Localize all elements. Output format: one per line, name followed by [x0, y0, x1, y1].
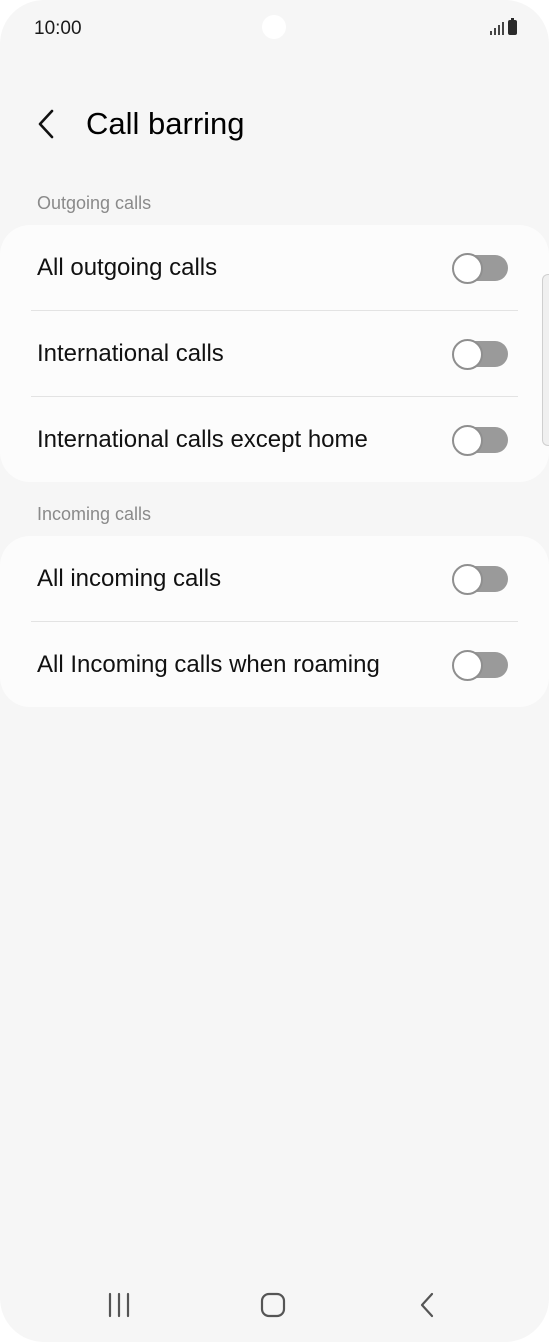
- setting-row-incoming-roaming[interactable]: All Incoming calls when roaming: [0, 622, 549, 707]
- toggle-switch-all-incoming[interactable]: [452, 563, 508, 595]
- toggle-switch-international-except-home[interactable]: [452, 424, 508, 456]
- setting-label: All outgoing calls: [37, 253, 218, 281]
- edge-panel-handle[interactable]: [542, 274, 549, 446]
- recent-apps-button[interactable]: [89, 1280, 149, 1330]
- nav-back-button[interactable]: [397, 1280, 457, 1330]
- status-bar: 10:00: [0, 0, 549, 60]
- status-icons: [490, 18, 517, 35]
- toggle-thumb: [452, 649, 483, 681]
- navigation-bar: [0, 1280, 549, 1330]
- toggle-switch-all-outgoing[interactable]: [452, 252, 508, 284]
- app-header: Call barring: [0, 96, 549, 152]
- incoming-calls-card: All incoming calls All Incoming calls wh…: [0, 536, 549, 707]
- setting-label: International calls except home: [37, 425, 368, 453]
- setting-row-all-outgoing[interactable]: All outgoing calls: [0, 225, 549, 310]
- section-label-incoming: Incoming calls: [37, 504, 152, 524]
- status-time: 10:00: [34, 18, 82, 39]
- signal-icon: [490, 21, 504, 35]
- toggle-thumb: [452, 424, 483, 456]
- battery-icon: [508, 18, 517, 35]
- setting-row-international[interactable]: International calls: [0, 311, 549, 396]
- setting-label: International calls: [37, 339, 224, 367]
- toggle-switch-incoming-roaming[interactable]: [452, 649, 508, 681]
- recent-apps-icon: [108, 1292, 130, 1318]
- back-button[interactable]: [26, 104, 66, 144]
- setting-label: All incoming calls: [37, 564, 222, 592]
- home-icon: [260, 1292, 286, 1318]
- home-button[interactable]: [243, 1280, 303, 1330]
- camera-cutout: [262, 15, 286, 39]
- toggle-thumb: [452, 252, 483, 284]
- setting-row-international-except-home[interactable]: International calls except home: [0, 397, 549, 482]
- toggle-switch-international[interactable]: [452, 338, 508, 370]
- setting-label: All Incoming calls when roaming: [37, 650, 380, 678]
- toggle-thumb: [452, 563, 483, 595]
- toggle-thumb: [452, 338, 483, 370]
- outgoing-calls-card: All outgoing calls International calls I…: [0, 225, 549, 482]
- page-title: Call barring: [86, 106, 245, 141]
- back-icon: [420, 1292, 434, 1318]
- back-arrow-icon: [38, 109, 54, 139]
- section-label-outgoing: Outgoing calls: [37, 193, 152, 213]
- phone-screen: 10:00 Call barring Outgoing calls All ou…: [0, 0, 549, 1342]
- setting-row-all-incoming[interactable]: All incoming calls: [0, 536, 549, 621]
